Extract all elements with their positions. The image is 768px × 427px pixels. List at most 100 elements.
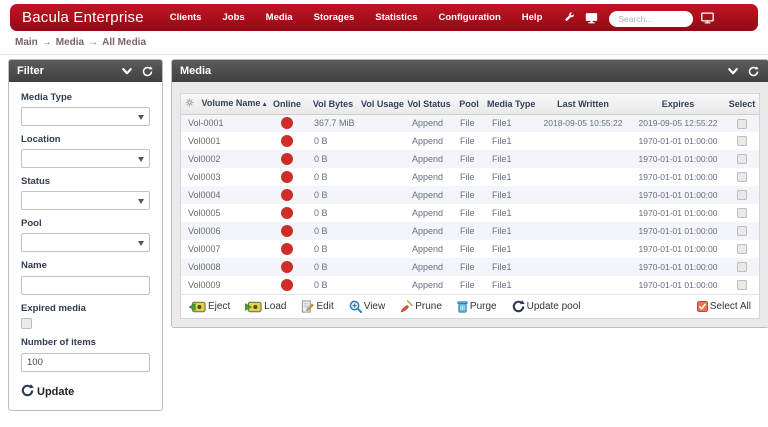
- cell-vol-usage: [359, 204, 405, 222]
- cell-expires: 1970-01-01 01:00:00: [638, 154, 718, 164]
- cell-vol-usage: [359, 258, 405, 276]
- chevron-down-icon[interactable]: [726, 64, 740, 78]
- cell-volume-name: Vol0001: [188, 136, 221, 146]
- table-row[interactable]: Vol0006 0 B Append File File1 1970-01-01 01:0…: [181, 222, 759, 240]
- eject-button[interactable]: Eject: [189, 301, 230, 313]
- pool-select[interactable]: [21, 233, 150, 252]
- load-tape-icon: [245, 301, 262, 313]
- load-button[interactable]: Load: [245, 301, 286, 313]
- monitor-icon[interactable]: [701, 11, 715, 24]
- breadcrumb: Main → Media → All Media: [0, 31, 768, 55]
- row-select-checkbox[interactable]: [737, 262, 747, 273]
- column-header-last-written[interactable]: Last Written: [535, 94, 631, 115]
- breadcrumb-item-media[interactable]: Media: [56, 37, 84, 48]
- column-header-select[interactable]: Select: [725, 94, 759, 115]
- row-select-checkbox[interactable]: [737, 136, 747, 147]
- chevron-down-icon[interactable]: [120, 64, 134, 78]
- edit-button[interactable]: Edit: [301, 300, 334, 313]
- refresh-icon[interactable]: [746, 64, 760, 78]
- cell-last-written: [535, 186, 631, 204]
- row-select-checkbox[interactable]: [737, 118, 747, 129]
- media-table: Volume Name▲ Online Vol Bytes Vol Usage …: [181, 94, 759, 294]
- column-header-online[interactable]: Online: [267, 94, 307, 115]
- column-header-expires[interactable]: Expires: [631, 94, 725, 115]
- select-all-label: Select All: [709, 301, 751, 312]
- column-header-vol-usage[interactable]: Vol Usage: [359, 94, 405, 115]
- row-select-checkbox[interactable]: [737, 208, 747, 219]
- column-header-pool[interactable]: Pool: [453, 94, 485, 115]
- online-indicator: [281, 243, 293, 255]
- status-select[interactable]: [21, 191, 150, 210]
- menu-item-jobs[interactable]: Jobs: [222, 12, 244, 23]
- cell-pool: File: [460, 262, 475, 272]
- table-row[interactable]: Vol0007 0 B Append File File1 1970-01-01 01:0…: [181, 240, 759, 258]
- cell-select: [725, 168, 759, 186]
- table-row[interactable]: Vol0009 0 B Append File File1 1970-01-01 01:0…: [181, 276, 759, 294]
- view-button[interactable]: View: [349, 300, 385, 313]
- filter-panel-header: Filter: [9, 60, 162, 82]
- cell-vol-bytes: 0 B: [314, 226, 328, 236]
- brand-logo[interactable]: Bacula Enterprise: [22, 9, 144, 26]
- row-select-checkbox[interactable]: [737, 226, 747, 237]
- cell-volume-name: Vol0006: [188, 226, 221, 236]
- update-button[interactable]: Update: [21, 384, 74, 400]
- cell-pool: File: [460, 154, 475, 164]
- search-container: [609, 9, 694, 27]
- refresh-icon[interactable]: [140, 64, 154, 78]
- purge-button[interactable]: Purge: [457, 300, 497, 313]
- table-row[interactable]: Vol0008 0 B Append File File1 1970-01-01 01:0…: [181, 258, 759, 276]
- wrench-icon[interactable]: [563, 11, 576, 24]
- column-header-vol-bytes[interactable]: Vol Bytes: [307, 94, 359, 115]
- media-panel-header: Media: [172, 60, 768, 82]
- search-input[interactable]: [609, 10, 694, 27]
- table-row[interactable]: Vol0003 0 B Append File File1 1970-01-01 01:0…: [181, 168, 759, 186]
- table-row[interactable]: Vol0002 0 B Append File File1 1970-01-01 01:0…: [181, 150, 759, 168]
- cell-vol-bytes: 0 B: [314, 190, 328, 200]
- cell-vol-usage: [359, 276, 405, 294]
- media-type-select[interactable]: [21, 107, 150, 126]
- menu-item-help[interactable]: Help: [522, 12, 543, 23]
- expired-media-checkbox[interactable]: [21, 318, 32, 329]
- online-indicator: [281, 279, 293, 291]
- update-pool-button[interactable]: Update pool: [512, 300, 581, 313]
- cell-online: [267, 150, 307, 168]
- media-table-body: Vol-0001 367.7 MiB Append File File1 2018-09-…: [181, 114, 759, 294]
- cell-online: [267, 222, 307, 240]
- cell-vol-status: Append: [412, 226, 444, 236]
- menu-item-media[interactable]: Media: [266, 12, 293, 23]
- name-input[interactable]: [21, 276, 150, 295]
- column-header-media-type[interactable]: Media Type: [485, 94, 535, 115]
- row-select-checkbox[interactable]: [737, 154, 747, 165]
- row-select-checkbox[interactable]: [737, 172, 747, 183]
- cell-vol-bytes: 0 B: [314, 244, 328, 254]
- menu-item-storages[interactable]: Storages: [314, 12, 355, 23]
- number-of-items-input[interactable]: [21, 353, 150, 372]
- table-row[interactable]: Vol0001 0 B Append File File1 1970-01-01 01:0…: [181, 132, 759, 150]
- menu-item-clients[interactable]: Clients: [170, 12, 202, 23]
- table-row[interactable]: Vol-0001 367.7 MiB Append File File1 2018-09-…: [181, 114, 759, 132]
- location-select[interactable]: [21, 149, 150, 168]
- cell-vol-bytes: 0 B: [314, 280, 328, 290]
- menu-item-statistics[interactable]: Statistics: [375, 12, 417, 23]
- breadcrumb-item-main[interactable]: Main: [15, 37, 38, 48]
- table-row[interactable]: Vol0005 0 B Append File File1 1970-01-01 01:0…: [181, 204, 759, 222]
- media-table-card: Volume Name▲ Online Vol Bytes Vol Usage …: [180, 93, 760, 319]
- row-select-checkbox[interactable]: [737, 190, 747, 201]
- cell-media-type: File1: [492, 118, 512, 129]
- select-all-button[interactable]: Select All: [696, 301, 751, 312]
- gear-icon[interactable]: [185, 98, 197, 109]
- column-header-vol-status[interactable]: Vol Status: [405, 94, 453, 115]
- prune-button[interactable]: Prune: [400, 300, 442, 313]
- prune-button-label: Prune: [415, 301, 442, 312]
- cell-vol-bytes: 0 B: [314, 262, 328, 272]
- table-row[interactable]: Vol0004 0 B Append File File1 1970-01-01 01:0…: [181, 186, 759, 204]
- column-header-volume-name[interactable]: Volume Name▲: [181, 94, 267, 115]
- row-select-checkbox[interactable]: [737, 244, 747, 255]
- cell-expires: 1970-01-01 01:00:00: [638, 280, 718, 290]
- expired-media-label: Expired media: [21, 303, 86, 314]
- menu-item-configuration[interactable]: Configuration: [439, 12, 501, 23]
- cell-select: [725, 114, 759, 132]
- console-icon[interactable]: [585, 11, 598, 24]
- row-select-checkbox[interactable]: [737, 280, 747, 291]
- filter-panel: Filter Media Type Location Status Pool N…: [8, 59, 163, 411]
